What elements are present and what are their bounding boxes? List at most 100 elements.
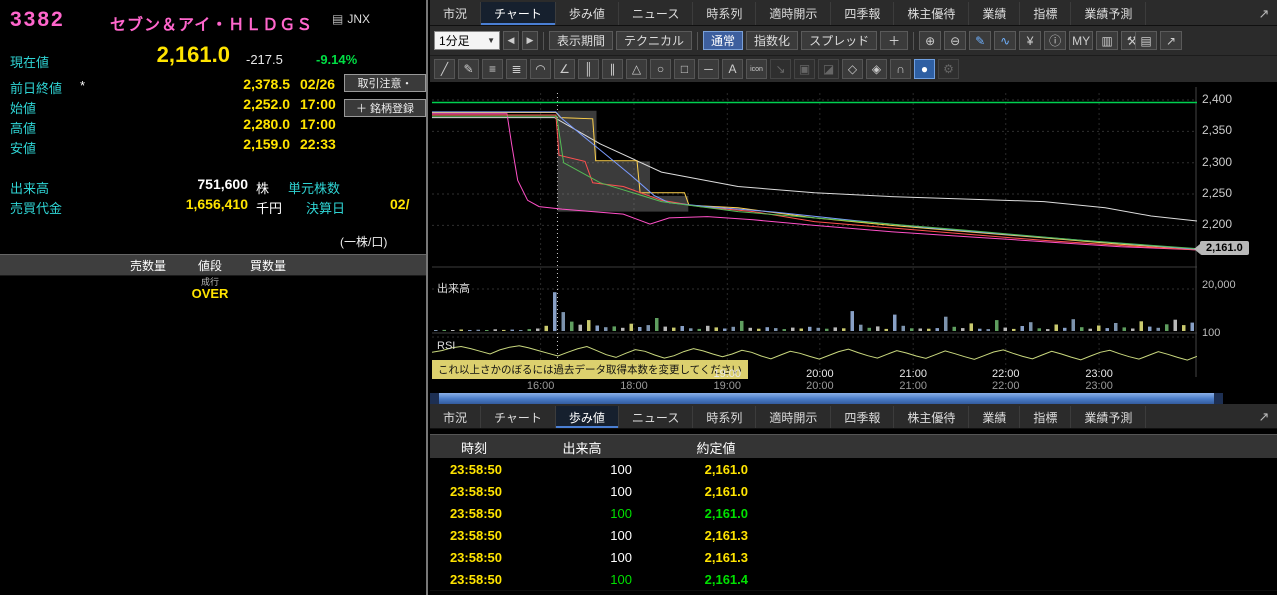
tab-9[interactable]: 業績	[969, 2, 1021, 25]
circle-icon[interactable]: ○	[650, 59, 671, 79]
timeframe-select[interactable]: 1分足 ▼	[434, 31, 500, 50]
trade-price: 2,161.3	[704, 527, 748, 543]
zoom-out-icon[interactable]: ⊖	[944, 31, 967, 50]
trade-row[interactable]: 23:58:50 100 2,161.4	[430, 568, 1277, 591]
eraser-icon[interactable]: ◇	[842, 59, 863, 79]
next-button[interactable]: ▶	[522, 31, 538, 50]
trade-time: 23:58:50	[449, 549, 502, 565]
volume-header: 出来高	[562, 440, 602, 456]
tab-1[interactable]: 市況	[430, 406, 482, 428]
pen-icon[interactable]: ✎	[969, 31, 992, 50]
tab-4[interactable]: ニュース	[619, 406, 694, 428]
trade-price: 2,161.3	[704, 549, 748, 565]
volume-label: 出来高	[10, 181, 50, 196]
x-axis-label: 18:00	[620, 380, 648, 392]
tab-5[interactable]: 時系列	[693, 406, 757, 428]
tab-6[interactable]: 適時開示	[756, 2, 832, 25]
settings-icon[interactable]: ⚙	[938, 59, 959, 79]
arrow-stamp-icon[interactable]: ↘	[770, 59, 791, 79]
zoom-in-icon[interactable]: ⊕	[919, 31, 942, 50]
bar-chart-icon[interactable]: ▥	[1096, 31, 1119, 50]
polygon-icon[interactable]: △	[626, 59, 647, 79]
text-icon[interactable]: A	[722, 59, 743, 79]
multi-line-icon[interactable]: ≡	[482, 59, 503, 79]
info-label: 安値	[10, 141, 37, 156]
trades-header: 時刻 出来高 約定値	[430, 434, 1277, 460]
hline-icon[interactable]: ─	[698, 59, 719, 79]
fill-rect-icon[interactable]: ▣	[794, 59, 815, 79]
info-extra: 17:00	[300, 96, 336, 112]
unit-shares-label: 単元株数	[288, 181, 341, 196]
tab-1[interactable]: 市況	[430, 2, 482, 25]
price-chart[interactable]: 出来高 RSI	[432, 87, 1197, 377]
tab-2[interactable]: チャート	[481, 406, 556, 428]
expand-icon[interactable]: ↗	[1251, 406, 1277, 428]
info-row-2: 高値 2,280.0 17:00	[0, 116, 426, 136]
tab-3[interactable]: 歩み値	[555, 406, 619, 428]
magnet-icon[interactable]: ∩	[890, 59, 911, 79]
y-axis-label: 2,200	[1202, 217, 1233, 232]
tab-6[interactable]: 適時開示	[756, 406, 832, 428]
rect-icon[interactable]: □	[674, 59, 695, 79]
trade-time: 23:58:50	[449, 505, 502, 521]
tab-8[interactable]: 株主優待	[894, 406, 970, 428]
tab-2[interactable]: チャート	[481, 2, 556, 25]
add-button[interactable]: ＋	[880, 31, 909, 50]
board-icon: ▤	[332, 12, 344, 26]
wave-icon[interactable]: ∿	[994, 31, 1017, 50]
tab-11[interactable]: 業績予測	[1071, 406, 1147, 428]
tab-9[interactable]: 業績	[969, 406, 1021, 428]
quote-panel: 3382 セブン＆アイ・ＨＬＤＧＳ ▤ JNX 現在値 2,161.0 -217…	[0, 0, 428, 595]
trade-row[interactable]: 23:58:50 100 2,161.0	[430, 458, 1277, 481]
trade-row[interactable]: 23:58:50 100 2,161.0	[430, 502, 1277, 525]
tab-7[interactable]: 四季報	[831, 406, 895, 428]
settlement-value: 02/	[390, 196, 410, 212]
exchange-indicator: ▤ JNX	[332, 12, 370, 26]
tab-8[interactable]: 株主優待	[894, 2, 970, 25]
parallel-lines-icon[interactable]: ≣	[506, 59, 527, 79]
tab-10[interactable]: 指標	[1020, 2, 1072, 25]
arc-icon[interactable]: ◠	[530, 59, 551, 79]
yen-icon[interactable]: ¥	[1019, 31, 1042, 50]
my-indicator-icon[interactable]: MY	[1069, 31, 1094, 50]
lock-icon[interactable]: ●	[914, 59, 935, 79]
trade-caution-button[interactable]: 取引注意・	[344, 74, 426, 92]
mode-button-0[interactable]: 通常	[703, 31, 744, 50]
x-axis-label: 23:00	[1085, 380, 1113, 392]
toolbar-button-0[interactable]: 表示期間	[549, 31, 614, 50]
info-value: 2,280.0	[243, 116, 290, 132]
info-extra: 17:00	[300, 116, 336, 132]
angle-line-icon[interactable]: ∠	[554, 59, 575, 79]
mode-button-2[interactable]: スプレッド	[801, 31, 878, 50]
tab-7[interactable]: 四季報	[831, 2, 895, 25]
tab-11[interactable]: 業績予測	[1071, 2, 1147, 25]
tab-4[interactable]: ニュース	[619, 2, 694, 25]
tab-10[interactable]: 指標	[1020, 406, 1072, 428]
info-icon[interactable]: ⓘ	[1044, 31, 1067, 50]
register-symbol-button[interactable]: ＋ 銘柄登録	[344, 99, 426, 117]
trade-row[interactable]: 23:58:50 100 2,161.0	[430, 480, 1277, 503]
toolbar-button-1[interactable]: テクニカル	[616, 31, 693, 50]
chart-area[interactable]: 出来高 RSI 2,400 2,350 2,300 2,250 2,200 2,161.0…	[430, 83, 1277, 406]
half-fill-icon[interactable]: ◪	[818, 59, 839, 79]
vertical-lines-icon[interactable]: ║	[578, 59, 599, 79]
price-change: -217.5	[246, 52, 283, 67]
mode-button-1[interactable]: 指数化	[746, 31, 799, 50]
trade-row[interactable]: 23:58:50 100 2,161.3	[430, 546, 1277, 569]
eraser-all-icon[interactable]: ◈	[866, 59, 887, 79]
print-icon[interactable]: ▤	[1135, 31, 1157, 50]
channel-icon[interactable]: ∥	[602, 59, 623, 79]
x-axis-label: 23:00	[1085, 368, 1113, 380]
tab-5[interactable]: 時系列	[693, 2, 757, 25]
export-icon[interactable]: ↗	[1160, 31, 1182, 50]
prev-button[interactable]: ◀	[503, 31, 519, 50]
tab-3[interactable]: 歩み値	[556, 2, 619, 25]
trade-price: 2,161.0	[704, 505, 748, 521]
stamp-icon[interactable]: icon	[746, 59, 767, 79]
trade-row[interactable]: 23:58:50 100 2,161.3	[430, 524, 1277, 547]
trendline-icon[interactable]: ╱	[434, 59, 455, 79]
pencil-icon[interactable]: ✎	[458, 59, 479, 79]
expand-icon[interactable]: ↗	[1251, 2, 1277, 25]
time-header: 時刻	[460, 440, 487, 456]
over-row[interactable]: OVER	[186, 286, 234, 301]
